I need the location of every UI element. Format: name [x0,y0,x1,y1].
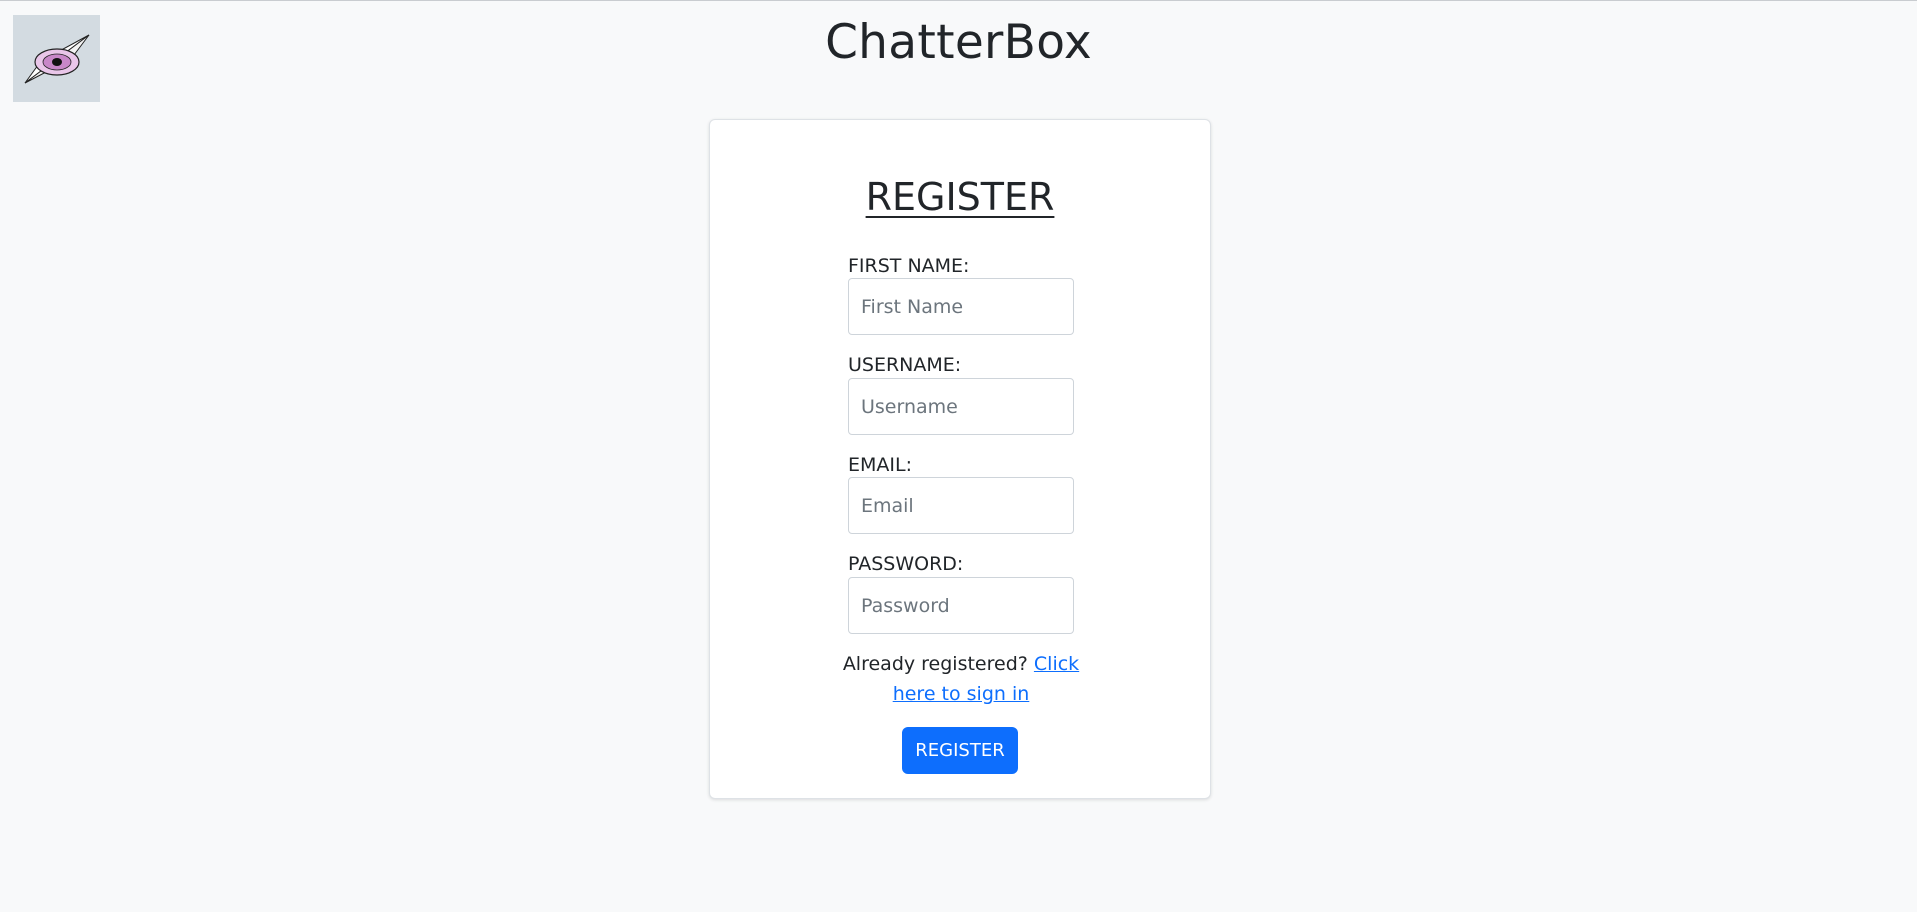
password-label: PASSWORD: [848,553,964,575]
first-name-input[interactable] [848,278,1074,335]
first-name-label: FIRST NAME: [848,255,970,277]
password-input[interactable] [848,577,1074,634]
app-title: ChatterBox [825,15,1092,70]
register-button[interactable]: REGISTER [902,727,1018,774]
register-card: REGISTER FIRST NAME: USERNAME: EMAIL: PA… [709,119,1211,799]
form-title: REGISTER [865,175,1055,219]
username-input[interactable] [848,378,1074,435]
email-input[interactable] [848,477,1074,534]
signin-prompt-text: Already registered? [842,653,1028,675]
username-label: USERNAME: [848,354,962,376]
email-label: EMAIL: [848,454,912,476]
signin-prompt-block: Already registered? Click here to sign i… [828,649,1094,709]
